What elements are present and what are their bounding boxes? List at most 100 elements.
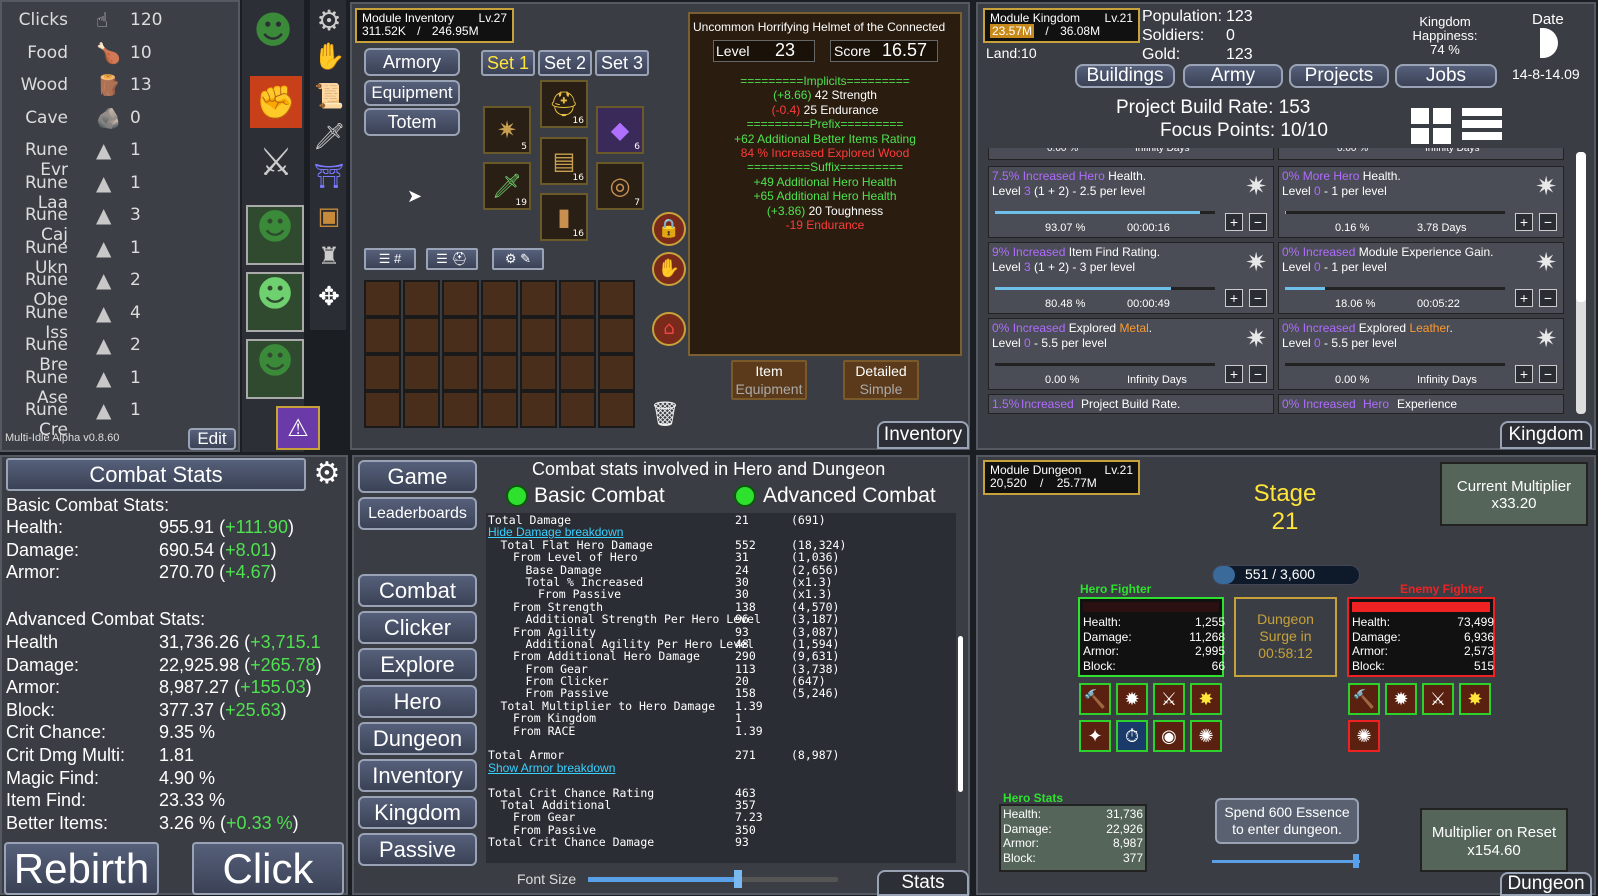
project-plus-button[interactable]: + bbox=[1225, 365, 1243, 383]
font-size-slider[interactable] bbox=[588, 877, 838, 882]
chest-icon[interactable]: ▣ bbox=[313, 202, 345, 234]
nav-hero-button[interactable]: Hero bbox=[358, 685, 477, 718]
project-plus-button[interactable]: + bbox=[1515, 213, 1533, 231]
detailed-simple-toggle[interactable]: Detailed Simple bbox=[843, 360, 919, 400]
amulet-slot[interactable]: ✷ 5 bbox=[483, 106, 531, 154]
inventory-tab[interactable]: Inventory bbox=[877, 421, 969, 449]
project-minus-button[interactable]: − bbox=[1249, 213, 1267, 231]
kingdom-tab-buildings[interactable]: Buildings bbox=[1075, 64, 1175, 88]
inventory-cell[interactable] bbox=[559, 391, 596, 428]
nav-game-button[interactable]: Game bbox=[358, 460, 477, 493]
inventory-cell[interactable] bbox=[520, 391, 557, 428]
inventory-cell[interactable] bbox=[559, 317, 596, 354]
inventory-cell[interactable] bbox=[481, 317, 518, 354]
inventory-cell[interactable] bbox=[481, 280, 518, 317]
project-plus-button[interactable]: + bbox=[1225, 289, 1243, 307]
inventory-cell[interactable] bbox=[520, 354, 557, 391]
inventory-cell[interactable] bbox=[481, 391, 518, 428]
nav-explore-button[interactable]: Explore bbox=[358, 648, 477, 681]
item-equipment-toggle[interactable]: Item Equipment bbox=[731, 360, 807, 400]
inventory-cell[interactable] bbox=[559, 354, 596, 391]
breakdown-scrollbar[interactable] bbox=[958, 636, 963, 792]
font-size-slider-thumb[interactable] bbox=[734, 870, 742, 888]
boots-slot[interactable]: ▮ 16 bbox=[540, 193, 588, 241]
bracelet-slot[interactable]: ◎ 7 bbox=[596, 162, 644, 210]
gear-icon[interactable]: ⚙ bbox=[313, 4, 345, 37]
ring-gem-slot[interactable]: ◆ 6 bbox=[596, 106, 644, 154]
nav-dungeon-button[interactable]: Dungeon bbox=[358, 722, 477, 755]
inventory-cell[interactable] bbox=[364, 317, 401, 354]
combat-settings-gear-icon[interactable]: ⚙ bbox=[310, 458, 344, 492]
inventory-cell[interactable] bbox=[598, 317, 635, 354]
inventory-cell[interactable] bbox=[559, 280, 596, 317]
dungeon-tab[interactable]: Dungeon bbox=[1500, 872, 1592, 896]
inventory-cell[interactable] bbox=[442, 280, 479, 317]
settings-edit-button[interactable]: ⚙ ✎ bbox=[492, 248, 544, 270]
inventory-cell[interactable] bbox=[364, 280, 401, 317]
inventory-cell[interactable] bbox=[598, 391, 635, 428]
spellbook-icon[interactable]: ⚠ bbox=[276, 406, 320, 450]
advanced-combat-radio[interactable] bbox=[734, 485, 756, 507]
inventory-cell[interactable] bbox=[520, 280, 557, 317]
totem-button[interactable]: Totem bbox=[364, 108, 460, 136]
goblin-slot-3[interactable]: ☻ bbox=[246, 339, 304, 399]
kingdom-tab-jobs[interactable]: Jobs bbox=[1395, 64, 1497, 88]
project-minus-button[interactable]: − bbox=[1249, 365, 1267, 383]
inventory-cell[interactable] bbox=[364, 354, 401, 391]
spend-essence-button[interactable]: Spend 600 Essence to enter dungeon. bbox=[1215, 798, 1359, 844]
nav-combat-button[interactable]: Combat bbox=[358, 574, 477, 607]
stats-tab[interactable]: Stats bbox=[877, 870, 969, 896]
basic-combat-radio[interactable] bbox=[506, 485, 528, 507]
inventory-cell[interactable] bbox=[598, 280, 635, 317]
grid-view-icon[interactable] bbox=[1411, 108, 1451, 144]
salvage-hand-icon[interactable]: ✋ bbox=[652, 252, 686, 286]
inventory-cell[interactable] bbox=[481, 354, 518, 391]
inventory-cell[interactable] bbox=[520, 317, 557, 354]
equipment-button[interactable]: Equipment bbox=[364, 80, 460, 106]
project-minus-button[interactable]: − bbox=[1539, 365, 1557, 383]
shop-icon[interactable]: ⌂ bbox=[652, 312, 686, 346]
project-minus-button[interactable]: − bbox=[1539, 289, 1557, 307]
project-minus-button[interactable]: − bbox=[1539, 213, 1557, 231]
lock-icon[interactable]: 🔒 bbox=[652, 212, 686, 246]
show-armor-breakdown-link[interactable]: Show Armor breakdown bbox=[488, 761, 615, 775]
inventory-cell[interactable] bbox=[598, 354, 635, 391]
goblin-slot-2[interactable]: ☻ bbox=[246, 272, 304, 332]
project-minus-button[interactable]: − bbox=[1249, 289, 1267, 307]
sword-icon[interactable]: 🗡 bbox=[313, 122, 346, 154]
project-plus-button[interactable]: + bbox=[1515, 365, 1533, 383]
dungeon-portal-icon[interactable]: ⛩ bbox=[313, 162, 345, 194]
nav-passive-button[interactable]: Passive bbox=[358, 833, 477, 866]
nav-leaderboards-button[interactable]: Leaderboards bbox=[358, 497, 477, 530]
inventory-cell[interactable] bbox=[442, 354, 479, 391]
goblin-portrait[interactable]: ☻ bbox=[247, 8, 299, 66]
sort-type-button[interactable]: ☰ ⛑ bbox=[426, 248, 478, 270]
crossed-axes-icon[interactable]: ⚔ bbox=[250, 140, 302, 192]
kingdom-tab[interactable]: Kingdom bbox=[1500, 421, 1592, 449]
inventory-cell[interactable] bbox=[403, 317, 440, 354]
fist-fire-icon[interactable]: ✊ bbox=[250, 76, 302, 128]
inventory-cell[interactable] bbox=[403, 354, 440, 391]
chest-armor-slot[interactable]: ▤ 16 bbox=[540, 137, 588, 185]
armory-button[interactable]: Armory bbox=[364, 48, 460, 76]
kingdom-tab-army[interactable]: Army bbox=[1183, 64, 1283, 88]
inventory-cell[interactable] bbox=[364, 391, 401, 428]
hand-icon[interactable]: ✋ bbox=[313, 42, 345, 74]
project-plus-button[interactable]: + bbox=[1515, 289, 1533, 307]
rebirth-button[interactable]: Rebirth bbox=[4, 842, 159, 895]
nav-inventory-button[interactable]: Inventory bbox=[358, 759, 477, 792]
inventory-cell[interactable] bbox=[442, 317, 479, 354]
set-1-button[interactable]: Set 1 bbox=[481, 50, 535, 76]
list-view-icon[interactable] bbox=[1462, 108, 1502, 144]
nav-clicker-button[interactable]: Clicker bbox=[358, 611, 477, 644]
project-plus-button[interactable]: + bbox=[1225, 213, 1243, 231]
nav-kingdom-button[interactable]: Kingdom bbox=[358, 796, 477, 829]
click-button[interactable]: Click bbox=[192, 842, 344, 895]
kingdom-tab-projects[interactable]: Projects bbox=[1289, 64, 1389, 88]
weapon-slot[interactable]: 🗡 19 bbox=[483, 162, 531, 210]
set-3-button[interactable]: Set 3 bbox=[595, 50, 649, 76]
inventory-cell[interactable] bbox=[403, 391, 440, 428]
inventory-cell[interactable] bbox=[403, 280, 440, 317]
helmet-slot[interactable]: ⛑ 16 bbox=[540, 80, 588, 128]
passive-tree-icon[interactable]: ✥ bbox=[313, 282, 345, 314]
